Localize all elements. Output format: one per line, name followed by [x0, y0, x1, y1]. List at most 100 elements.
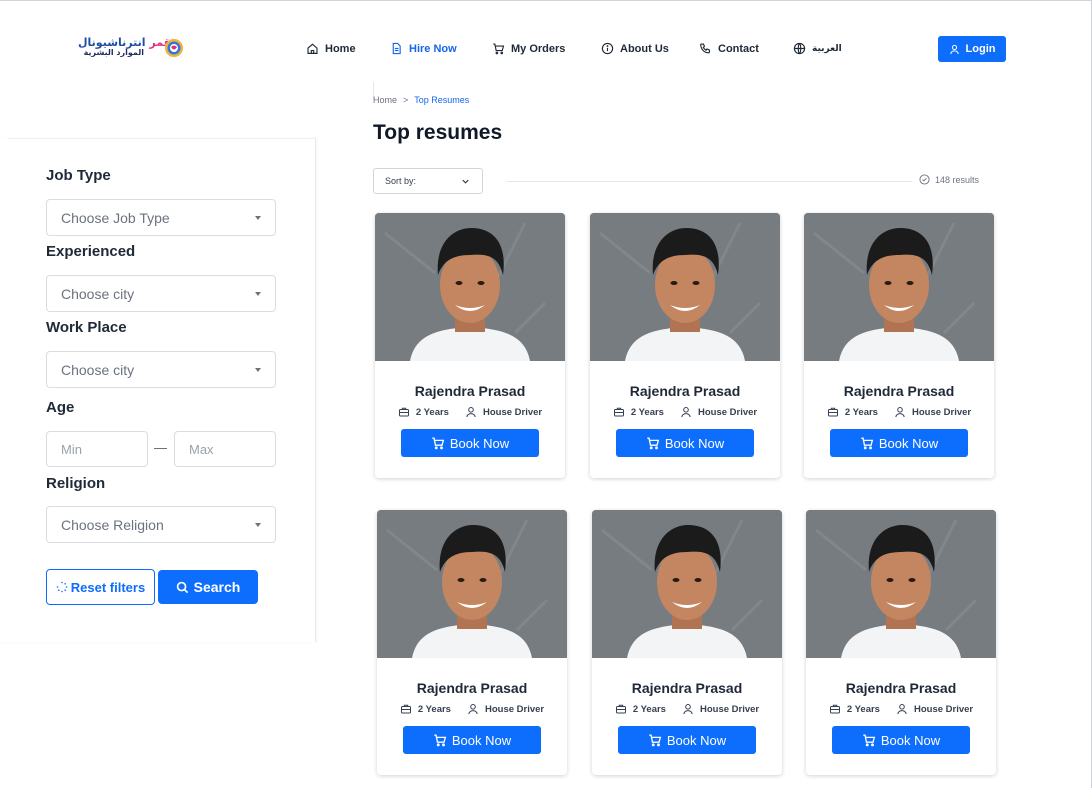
job-type-label: Job Type [46, 167, 111, 184]
globe-icon [793, 42, 806, 55]
loading-spinner-icon [56, 581, 68, 593]
candidate-name: Rajendra Prasad [845, 680, 957, 696]
search-label: Search [193, 579, 241, 595]
candidate-meta: 2 Years House Driver [377, 703, 567, 715]
sort-divider [507, 181, 912, 182]
resume-card[interactable]: Rajendra Prasad 2 Years House Driver Boo… [592, 510, 782, 775]
experienced-label: Experienced [46, 243, 136, 260]
nav-contact[interactable]: Contact [699, 42, 759, 55]
candidate-meta: 2 Years House Driver [590, 406, 780, 418]
login-button[interactable]: Login [938, 36, 1006, 62]
sort-label: Sort by: [385, 176, 417, 186]
document-icon [392, 42, 401, 55]
experienced-select[interactable]: Choose city [46, 275, 276, 312]
nav-home-label: Home [325, 42, 356, 55]
caret-down-icon [255, 367, 261, 372]
book-now-label: Book Now [878, 435, 939, 451]
candidate-meta: 2 Years House Driver [806, 703, 996, 715]
reset-filters-button[interactable]: Reset filters [46, 569, 155, 605]
candidate-experience: 2 Years [632, 703, 666, 715]
resume-card[interactable]: Rajendra Prasad 2 Years House Driver Boo… [375, 213, 565, 478]
results-count: 148 results [919, 174, 979, 185]
resume-card[interactable]: Rajendra Prasad 2 Years House Driver Boo… [377, 510, 567, 775]
breadcrumb-separator: > [403, 95, 409, 105]
age-min-input[interactable] [46, 431, 148, 467]
nav-my-orders-label: My Orders [511, 42, 566, 55]
book-now-button[interactable]: Book Now [832, 726, 970, 754]
nav-contact-label: Contact [718, 42, 759, 55]
cart-icon [493, 43, 505, 55]
resume-card[interactable]: Rajendra Prasad 2 Years House Driver Boo… [590, 213, 780, 478]
briefcase-icon [827, 407, 838, 417]
job-type-placeholder: Choose Job Type [61, 209, 170, 226]
user-icon [468, 704, 478, 715]
candidate-photo [804, 213, 994, 361]
briefcase-icon [829, 704, 840, 714]
candidate-photo [806, 510, 996, 658]
nav-home[interactable]: Home [306, 42, 356, 55]
candidate-name: Rajendra Prasad [414, 383, 526, 399]
nav-my-orders[interactable]: My Orders [492, 42, 565, 55]
breadcrumb-current: Top Resumes [414, 95, 470, 105]
candidate-experience: 2 Years [846, 703, 880, 715]
resume-card[interactable]: Rajendra Prasad 2 Years House Driver Boo… [804, 213, 994, 478]
religion-select[interactable]: Choose Religion [46, 506, 276, 543]
cart-icon [647, 437, 660, 450]
candidate-meta: 2 Years House Driver [375, 406, 565, 418]
candidate-role: House Driver [913, 703, 974, 715]
login-label: Login [965, 43, 996, 55]
user-icon [897, 704, 907, 715]
check-circle-icon [919, 174, 930, 185]
nav-language-label: العربية [812, 43, 842, 54]
nav-hire-now[interactable]: Hire Now [390, 42, 457, 55]
age-max-input[interactable] [174, 431, 276, 467]
caret-down-icon [255, 522, 261, 527]
search-button[interactable]: Search [158, 570, 258, 604]
candidate-name: Rajendra Prasad [843, 383, 955, 399]
candidate-name: Rajendra Prasad [416, 680, 528, 696]
results-label: 148 results [935, 174, 980, 185]
portrait-icon [375, 213, 565, 361]
nav-about-us[interactable]: About Us [601, 42, 669, 55]
candidate-experience: 2 Years [844, 406, 878, 418]
resume-card[interactable]: Rajendra Prasad 2 Years House Driver Boo… [806, 510, 996, 775]
book-now-button[interactable]: Book Now [401, 429, 539, 457]
brand-logo[interactable]: قمر انترناشيونال الموارد البشرية [78, 36, 188, 66]
candidate-meta: 2 Years House Driver [804, 406, 994, 418]
candidate-role: House Driver [697, 406, 758, 418]
candidate-experience: 2 Years [415, 406, 449, 418]
briefcase-icon [400, 704, 411, 714]
candidate-photo [375, 213, 565, 361]
user-icon [683, 704, 693, 715]
home-icon [307, 43, 318, 54]
book-now-label: Book Now [666, 732, 727, 748]
book-now-button[interactable]: Book Now [618, 726, 756, 754]
cart-icon [863, 734, 876, 747]
search-icon [176, 581, 188, 593]
briefcase-icon [613, 407, 624, 417]
portrait-icon [592, 510, 782, 658]
book-now-button[interactable]: Book Now [403, 726, 541, 754]
portrait-icon [806, 510, 996, 658]
caret-down-icon [255, 215, 261, 220]
cart-icon [861, 437, 874, 450]
portrait-icon [804, 213, 994, 361]
phone-icon [700, 43, 710, 54]
reset-filters-label: Reset filters [70, 579, 146, 595]
work-place-label: Work Place [46, 319, 127, 336]
sort-select[interactable]: Sort by: [373, 168, 483, 194]
candidate-role: House Driver [911, 406, 972, 418]
nav-language[interactable]: العربية [793, 42, 842, 55]
book-now-button[interactable]: Book Now [830, 429, 968, 457]
logo-subtitle: الموارد البشرية [83, 48, 144, 57]
user-icon [681, 407, 691, 418]
candidate-photo [377, 510, 567, 658]
breadcrumb-home[interactable]: Home [373, 95, 397, 105]
candidate-role: House Driver [482, 406, 543, 418]
book-now-button[interactable]: Book Now [616, 429, 754, 457]
job-type-select[interactable]: Choose Job Type [46, 199, 276, 236]
candidate-photo [592, 510, 782, 658]
work-place-placeholder: Choose city [61, 361, 135, 378]
book-now-label: Book Now [449, 435, 510, 451]
work-place-select[interactable]: Choose city [46, 351, 276, 388]
